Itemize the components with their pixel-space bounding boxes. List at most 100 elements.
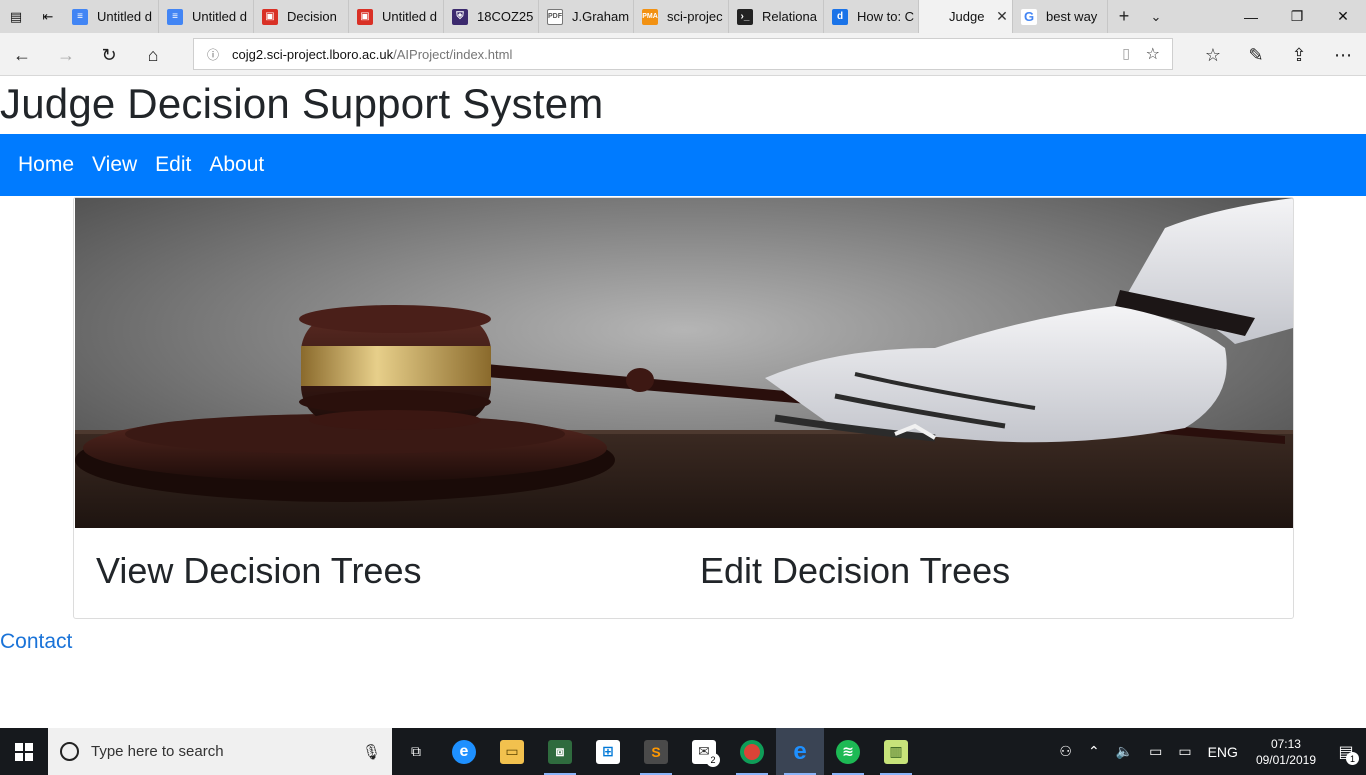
browser-tab[interactable]: ≡ Untitled d xyxy=(159,0,254,33)
docs-icon: ≡ xyxy=(167,8,183,25)
restore-icon[interactable]: ❐ xyxy=(1274,0,1320,33)
web-page: Judge Decision Support System Home View … xyxy=(0,77,1366,728)
nav-link-view[interactable]: View xyxy=(92,153,137,177)
tab-title: Judge xyxy=(949,9,985,24)
favorite-star-icon[interactable]: ☆ xyxy=(1146,44,1160,64)
internet-explorer-icon[interactable]: e xyxy=(440,728,488,775)
shield-icon: ⛨ xyxy=(452,8,468,25)
browser-tab[interactable]: ▣ Untitled d xyxy=(349,0,444,33)
page-title: Judge Decision Support System xyxy=(0,80,604,127)
notification-badge: 1 xyxy=(1346,752,1359,765)
search-placeholder: Type here to search xyxy=(91,743,224,760)
mail-icon[interactable]: ✉ 2 xyxy=(680,728,728,775)
slides-icon: ▣ xyxy=(262,8,278,25)
browser-tab[interactable]: G best way xyxy=(1013,0,1108,33)
browser-tab[interactable]: ›_ Relationa xyxy=(729,0,824,33)
tab-title: Decision xyxy=(287,9,337,24)
system-tray: ⚇ ⌃ 🔈 ▭ ▭ ENG 07:13 09/01/2019 ▤ 1 xyxy=(1051,728,1366,775)
pdf-icon: PDF xyxy=(547,8,563,25)
clock-time: 07:13 xyxy=(1270,736,1301,751)
tab-title: Relationa xyxy=(762,9,817,24)
spotify-icon[interactable]: ≋ xyxy=(824,728,872,775)
view-decision-trees-link[interactable]: View Decision Trees xyxy=(96,550,421,592)
browser-tab-strip: ▤ ⇤ ≡ Untitled d ≡ Untitled d ▣ Decision… xyxy=(0,0,1366,33)
network-app-icon[interactable]: ⧈ xyxy=(536,728,584,775)
nav-link-home[interactable]: Home xyxy=(18,153,74,177)
hero-card: View Decision Trees Edit Decision Trees xyxy=(73,197,1294,619)
d-icon: d xyxy=(832,8,848,25)
mail-badge: 2 xyxy=(706,753,720,767)
tab-title: Untitled d xyxy=(192,9,247,24)
window-controls: — ❐ ✕ xyxy=(1228,0,1366,33)
chevron-up-icon[interactable]: ⌃ xyxy=(1080,743,1108,760)
network-icon[interactable]: ▭ xyxy=(1141,743,1170,760)
tab-title: J.Graham xyxy=(572,9,630,24)
browser-tab[interactable]: ▣ Decision xyxy=(254,0,349,33)
edit-decision-trees-link[interactable]: Edit Decision Trees xyxy=(700,550,1010,592)
windows-taskbar: Type here to search 🎙 ⧉ e ▭ ⧈ ⊞ S ✉ 2 e … xyxy=(0,728,1366,775)
store-icon[interactable]: ⊞ xyxy=(584,728,632,775)
taskbar-search[interactable]: Type here to search 🎙 xyxy=(48,728,392,775)
url-host: cojg2.sci-project.lboro.ac.uk xyxy=(232,46,394,62)
battery-icon[interactable]: ▭ xyxy=(1170,743,1199,760)
browser-tab[interactable]: PMA sci-projec xyxy=(634,0,729,33)
sublime-text-icon[interactable]: S xyxy=(632,728,680,775)
nav-link-edit[interactable]: Edit xyxy=(155,153,191,177)
favorites-icon[interactable]: ☆ xyxy=(1193,39,1233,71)
slides-icon: ▣ xyxy=(357,8,373,25)
browser-tab[interactable]: ≡ Untitled d xyxy=(64,0,159,33)
home-icon[interactable]: ⌂ xyxy=(133,39,173,71)
language-indicator[interactable]: ENG xyxy=(1200,744,1246,760)
tab-title: sci-projec xyxy=(667,9,723,24)
minimize-icon[interactable]: — xyxy=(1228,0,1274,33)
browser-toolbar: ← → ↻ ⌂ ⓘ cojg2.sci-project.lboro.ac.uk /… xyxy=(0,33,1366,76)
clock-date: 09/01/2019 xyxy=(1255,752,1316,767)
volume-icon[interactable]: 🔈 xyxy=(1108,743,1141,760)
address-bar[interactable]: ⓘ cojg2.sci-project.lboro.ac.uk/AIProjec… xyxy=(193,38,1173,70)
contact-link[interactable]: Contact xyxy=(0,630,72,654)
notification-icon[interactable]: ▤ 1 xyxy=(1326,728,1366,775)
microphone-icon[interactable]: 🎙 xyxy=(362,743,392,761)
browser-tab[interactable]: PDF J.Graham xyxy=(539,0,634,33)
browser-tab-active[interactable]: Judge ✕ xyxy=(919,0,1013,33)
browser-tab[interactable]: ⛨ 18COZ25 xyxy=(444,0,539,33)
google-icon: G xyxy=(1021,8,1037,25)
chrome-icon[interactable] xyxy=(728,728,776,775)
file-explorer-icon[interactable]: ▭ xyxy=(488,728,536,775)
clock[interactable]: 07:13 09/01/2019 xyxy=(1246,736,1326,768)
close-tab-icon[interactable]: ✕ xyxy=(992,8,1012,25)
info-icon[interactable]: ⓘ xyxy=(194,46,232,63)
tab-title: 18COZ25 xyxy=(477,9,534,24)
tab-title: best way xyxy=(1046,9,1098,24)
site-navbar: Home View Edit About xyxy=(0,134,1366,196)
refresh-icon[interactable]: ↻ xyxy=(89,39,129,71)
tab-title: Untitled d xyxy=(382,9,437,24)
docs-icon: ≡ xyxy=(72,8,88,25)
chart-app-icon[interactable]: ▥ xyxy=(872,728,920,775)
back-arrow-icon[interactable]: ← xyxy=(2,39,42,71)
cortana-icon xyxy=(60,742,79,761)
tabs-aside-icon[interactable]: ⇤ xyxy=(32,0,64,33)
pen-icon[interactable]: ✎ xyxy=(1236,39,1276,71)
pma-icon: PMA xyxy=(642,8,658,25)
share-icon[interactable]: ⇪ xyxy=(1279,39,1319,71)
windows-start-icon[interactable] xyxy=(0,728,48,775)
hero-image xyxy=(75,198,1293,528)
more-icon[interactable]: ⋯ xyxy=(1323,39,1363,71)
people-icon[interactable]: ⚇ xyxy=(1051,743,1080,760)
new-tab-icon[interactable]: + xyxy=(1108,0,1140,33)
terminal-icon: ›_ xyxy=(737,8,753,25)
forward-arrow-icon[interactable]: → xyxy=(46,39,86,71)
task-view-icon[interactable]: ⧉ xyxy=(392,728,440,775)
tab-title: How to: C xyxy=(857,9,915,24)
tab-set-aside-icon[interactable]: ▤ xyxy=(0,0,32,33)
nav-link-about[interactable]: About xyxy=(209,153,264,177)
reading-view-icon[interactable]: ▯ xyxy=(1122,45,1130,62)
chevron-down-icon[interactable]: ⌄ xyxy=(1140,0,1172,33)
edge-icon[interactable]: e xyxy=(776,728,824,775)
url-path: /AIProject/index.html xyxy=(393,46,513,62)
browser-tab[interactable]: d How to: C xyxy=(824,0,919,33)
close-window-icon[interactable]: ✕ xyxy=(1320,0,1366,33)
gavel-robot-hand-illustration xyxy=(75,198,1293,528)
tab-title: Untitled d xyxy=(97,9,152,24)
